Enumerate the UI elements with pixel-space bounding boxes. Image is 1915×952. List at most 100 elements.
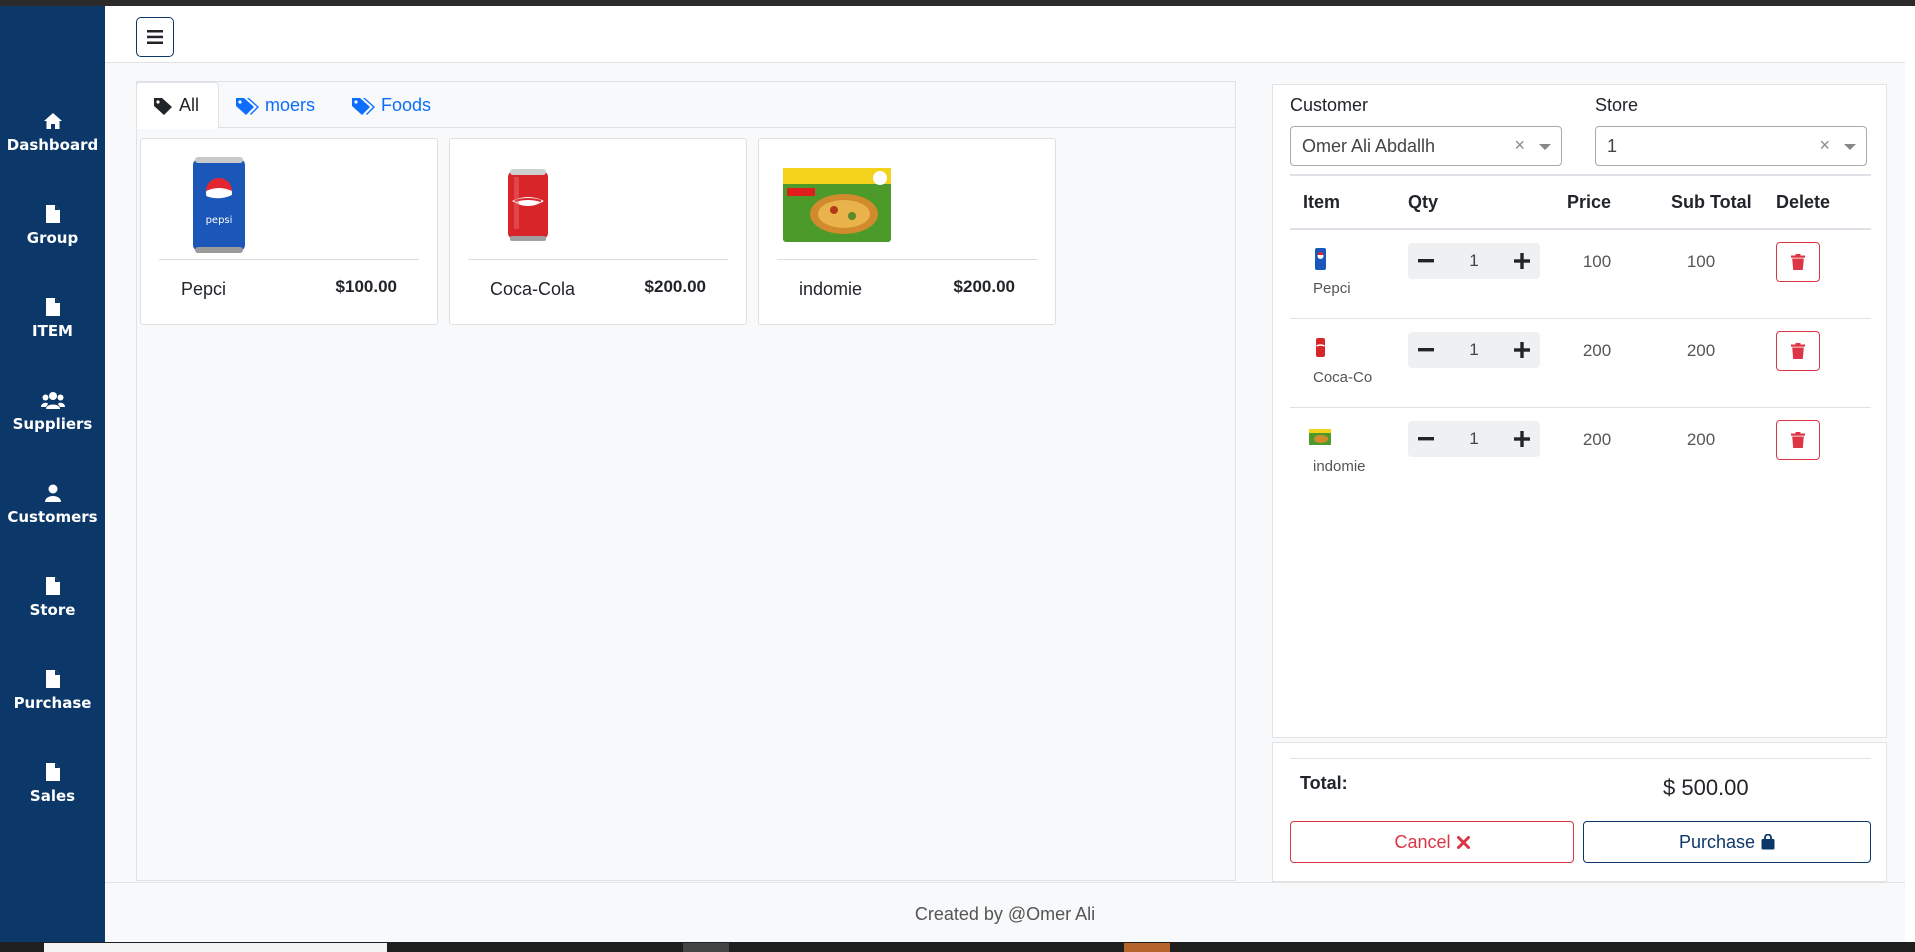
file-icon <box>45 298 60 316</box>
shopping-bag-icon <box>1761 834 1775 850</box>
product-name: indomie <box>799 279 863 299</box>
product-image: pepsi <box>159 155 279 255</box>
decrease-qty-button[interactable] <box>1408 421 1444 457</box>
sidebar-item-group[interactable]: Group <box>0 191 105 257</box>
scrollbar <box>1905 6 1915 942</box>
product-price: $200.00 <box>953 277 1015 296</box>
row-subtotal: 100 <box>1686 252 1716 271</box>
tags-icon <box>236 97 259 115</box>
indomie-pack-image <box>783 168 891 242</box>
tag-icon <box>154 97 172 115</box>
sidebar-item-label: Sales <box>29 787 76 805</box>
sidebar-item-dashboard[interactable]: Dashboard <box>0 98 105 164</box>
quantity-stepper: 1 <box>1408 421 1540 457</box>
svg-text:pepsi: pepsi <box>206 215 233 226</box>
tab-all[interactable]: All <box>136 82 219 129</box>
sidebar-item-store[interactable]: Store <box>0 563 105 629</box>
taskbar-app[interactable] <box>683 943 729 952</box>
delete-row-button[interactable] <box>1776 242 1820 282</box>
tab-label: All <box>179 95 200 115</box>
delete-row-button[interactable] <box>1776 331 1820 371</box>
sidebar-item-label: Store <box>29 601 76 619</box>
store-select[interactable]: 1 × <box>1595 126 1867 166</box>
table-top-border <box>1290 174 1871 176</box>
row-item-name: indomie <box>1313 458 1366 475</box>
sidebar-item-sales[interactable]: Sales <box>0 749 105 815</box>
decrease-qty-button[interactable] <box>1408 243 1444 279</box>
quantity-stepper: 1 <box>1408 243 1540 279</box>
sidebar-item-item[interactable]: ITEM <box>0 284 105 350</box>
product-name: Coca-Cola <box>490 279 576 299</box>
trash-icon <box>1791 254 1805 270</box>
plus-icon <box>1514 431 1530 447</box>
product-price: $100.00 <box>335 277 397 296</box>
column-header-delete: Delete <box>1776 192 1831 212</box>
row-item-name: Coca-Co <box>1313 369 1373 386</box>
sidebar-item-customers[interactable]: Customers <box>0 470 105 536</box>
increase-qty-button[interactable] <box>1504 421 1540 457</box>
row-divider <box>1290 407 1871 408</box>
total-label: Total: <box>1300 773 1348 793</box>
purchase-button-label: Purchase <box>1678 831 1756 852</box>
column-header-price: Price <box>1567 192 1612 212</box>
sidebar-item-label: Group <box>26 229 79 247</box>
sidebar: Dashboard Group ITEM Suppliers Customers… <box>0 6 105 942</box>
product-card-indomie[interactable]: indomie $200.00 <box>758 138 1056 325</box>
menu-toggle-button[interactable] <box>136 17 174 57</box>
sidebar-item-suppliers[interactable]: Suppliers <box>0 377 105 443</box>
sidebar-item-label: Dashboard <box>6 136 99 154</box>
decrease-qty-button[interactable] <box>1408 332 1444 368</box>
users-icon <box>40 392 65 409</box>
close-icon <box>1456 835 1470 849</box>
user-icon <box>44 484 61 502</box>
coca-cola-thumb-image <box>1316 338 1325 357</box>
trash-icon <box>1791 432 1805 448</box>
table-header-border <box>1290 228 1871 230</box>
plus-icon <box>1514 342 1530 358</box>
qty-value[interactable]: 1 <box>1444 251 1504 271</box>
home-icon <box>43 113 62 129</box>
product-name: Pepci <box>181 279 227 299</box>
tags-icon <box>352 97 375 115</box>
purchase-button[interactable]: Purchase <box>1583 821 1871 863</box>
pepsi-can-image: pepsi <box>193 157 245 253</box>
increase-qty-button[interactable] <box>1504 243 1540 279</box>
minus-icon <box>1418 259 1434 263</box>
tab-moers[interactable]: moers <box>235 82 315 129</box>
footer-credit: Created by @Omer Ali <box>914 904 1096 924</box>
total-divider <box>1290 758 1871 759</box>
minus-icon <box>1418 437 1434 441</box>
row-price: 200 <box>1582 430 1612 449</box>
qty-value[interactable]: 1 <box>1444 429 1504 449</box>
product-price: $200.00 <box>644 277 706 296</box>
taskbar-app[interactable] <box>1124 943 1170 952</box>
qty-value[interactable]: 1 <box>1444 340 1504 360</box>
taskbar-search-box[interactable] <box>44 943 387 952</box>
trash-icon <box>1791 343 1805 359</box>
clear-selection-icon[interactable]: × <box>1819 135 1830 156</box>
cancel-button[interactable]: Cancel <box>1290 821 1574 863</box>
file-icon <box>45 763 60 781</box>
clear-selection-icon[interactable]: × <box>1514 135 1525 156</box>
sidebar-item-purchase[interactable]: Purchase <box>0 656 105 722</box>
category-tabs: All moers Foods <box>136 82 1235 129</box>
customer-select[interactable]: Omer Ali Abdallh × <box>1290 126 1562 166</box>
tab-label: Foods <box>381 95 432 115</box>
product-card-pepci[interactable]: pepsi Pepci $100.00 <box>140 138 438 325</box>
sidebar-item-label: ITEM <box>32 322 73 340</box>
increase-qty-button[interactable] <box>1504 332 1540 368</box>
row-subtotal: 200 <box>1686 430 1716 449</box>
row-item-name: Pepci <box>1313 280 1351 297</box>
cancel-button-label: Cancel <box>1394 831 1451 852</box>
pepsi-thumb-image <box>1315 248 1326 270</box>
card-divider <box>468 259 728 260</box>
product-card-coca-cola[interactable]: Coca-Cola $200.00 <box>449 138 747 325</box>
column-header-qty: Qty <box>1408 192 1439 212</box>
delete-row-button[interactable] <box>1776 420 1820 460</box>
tab-label: moers <box>265 95 316 115</box>
row-subtotal: 200 <box>1686 341 1716 360</box>
chevron-down-icon <box>1539 144 1551 150</box>
products-panel: All moers Foods pepsi Pepci $100.00 Coca… <box>136 81 1236 881</box>
plus-icon <box>1514 253 1530 269</box>
tab-foods[interactable]: Foods <box>351 82 431 129</box>
